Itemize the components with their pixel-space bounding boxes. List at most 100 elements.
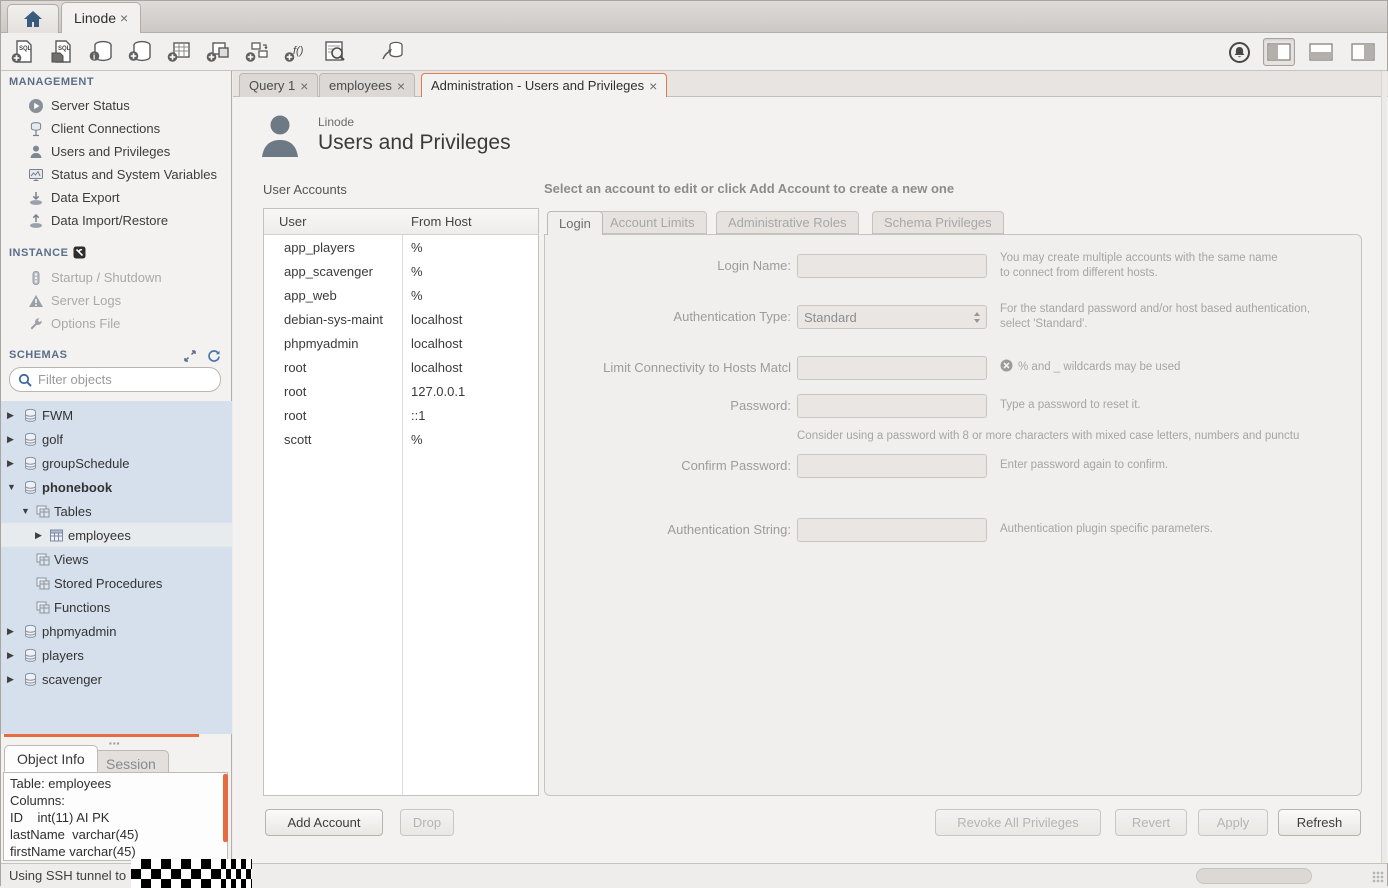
status-text: Using SSH tunnel to (9, 868, 126, 883)
procedures-folder-icon (35, 576, 50, 591)
notifications-icon[interactable] (1226, 39, 1253, 66)
tables-folder-icon (35, 504, 50, 519)
tab-schema-privileges[interactable]: Schema Privileges (872, 211, 1004, 234)
tree-item-schema[interactable]: ▶ scavenger (1, 667, 232, 691)
sidebar-item-data-export[interactable]: Data Export (1, 186, 232, 209)
apply-button[interactable]: Apply (1198, 809, 1268, 836)
tree-item-schema[interactable]: ▶ groupSchedule (1, 451, 232, 475)
splitter-accent[interactable] (4, 734, 199, 737)
window-tab-bar: Linode × (1, 1, 1387, 33)
create-table-icon[interactable] (165, 38, 192, 65)
limit-hosts-field[interactable] (797, 356, 987, 380)
refresh-schemas-icon[interactable] (207, 349, 221, 363)
tree-item-functions[interactable]: Functions (1, 595, 232, 619)
close-icon[interactable]: × (397, 78, 405, 94)
inspect-database-icon[interactable]: i (87, 38, 114, 65)
toggle-right-panel-button[interactable] (1347, 38, 1379, 66)
tree-item-tables[interactable]: ▼ Tables (1, 499, 232, 523)
table-row[interactable]: scott% (264, 427, 538, 451)
new-sql-tab-icon[interactable]: SQL (9, 38, 36, 65)
drop-button[interactable]: Drop (400, 809, 454, 836)
table-row[interactable]: app_scavenger% (264, 259, 538, 283)
tab-query-1[interactable]: Query 1 × (239, 73, 318, 97)
tree-item-schema[interactable]: ▶ FWM (1, 403, 232, 427)
tree-item-stored-procedures[interactable]: Stored Procedures (1, 571, 232, 595)
admin-users-content: Linode Users and Privileges User Account… (233, 97, 1388, 863)
open-sql-script-icon[interactable]: SQL (48, 38, 75, 65)
password-note: Consider using a password with 8 or more… (797, 430, 1357, 442)
connection-name: Linode (318, 115, 354, 129)
sidebar-item-users-and-privileges[interactable]: Users and Privileges (1, 140, 232, 163)
home-tab[interactable] (7, 4, 59, 33)
search-table-data-icon[interactable] (321, 38, 348, 65)
revoke-all-privileges-button[interactable]: Revoke All Privileges (935, 809, 1101, 836)
main-toolbar: SQL SQL i f() (1, 33, 1387, 71)
tab-employees[interactable]: employees × (319, 73, 415, 97)
auth-string-field[interactable] (797, 518, 987, 542)
column-from-host[interactable]: From Host (402, 214, 472, 229)
create-function-icon[interactable]: f() (282, 38, 309, 65)
splitter-handle[interactable]: ▪▪▪ (109, 739, 121, 748)
sidebar-item-server-status[interactable]: Server Status (1, 94, 232, 117)
reconnect-dbms-icon[interactable] (378, 38, 405, 65)
close-icon[interactable]: × (120, 10, 128, 26)
tab-account-limits[interactable]: Account Limits (598, 211, 707, 234)
table-row[interactable]: rootlocalhost (264, 355, 538, 379)
sidebar-item-options-file[interactable]: Options File (1, 312, 232, 335)
toggle-bottom-panel-button[interactable] (1305, 38, 1337, 66)
sidebar-item-status-system-variables[interactable]: Status and System Variables (1, 163, 232, 186)
tab-administrative-roles[interactable]: Administrative Roles (716, 211, 859, 234)
vertical-scrollbar-track[interactable] (1381, 71, 1387, 863)
sidebar-item-client-connections[interactable]: Client Connections (1, 117, 232, 140)
horizontal-scrollbar-thumb[interactable] (1196, 868, 1312, 884)
sidebar-item-startup-shutdown[interactable]: Startup / Shutdown (1, 266, 232, 289)
login-name-field[interactable] (797, 254, 987, 278)
schema-icon (23, 408, 38, 423)
client-connections-icon (28, 121, 44, 137)
revert-button[interactable]: Revert (1115, 809, 1187, 836)
table-row[interactable]: root127.0.0.1 (264, 379, 538, 403)
column-user[interactable]: User (264, 214, 402, 229)
expand-schemas-icon[interactable] (183, 349, 197, 363)
tree-item-schema[interactable]: ▶ golf (1, 427, 232, 451)
close-icon[interactable]: × (300, 78, 308, 94)
sidebar-item-data-import[interactable]: Data Import/Restore (1, 209, 232, 232)
create-view-icon[interactable] (204, 38, 231, 65)
object-info-scrollbar[interactable] (223, 774, 228, 842)
table-row[interactable]: app_web% (264, 283, 538, 307)
window-tab-linode[interactable]: Linode × (61, 2, 141, 33)
create-schema-icon[interactable] (126, 38, 153, 65)
password-field[interactable] (797, 394, 987, 418)
schema-filter-input[interactable] (38, 372, 198, 387)
auth-type-select[interactable]: Standard (797, 305, 987, 329)
confirm-password-help: Enter password again to confirm. (1000, 458, 1356, 473)
options-file-icon (28, 316, 44, 332)
tab-object-info[interactable]: Object Info (4, 745, 98, 772)
table-row[interactable]: debian-sys-maintlocalhost (264, 307, 538, 331)
tree-item-schema-phonebook[interactable]: ▼ phonebook (1, 475, 232, 499)
sidebar-item-server-logs[interactable]: Server Logs (1, 289, 232, 312)
toggle-left-panel-button[interactable] (1263, 38, 1295, 66)
schema-tree: ▶ FWM ▶ golf ▶ groupSchedule ▼ phonebook… (1, 401, 232, 734)
tree-item-schema[interactable]: ▶ players (1, 643, 232, 667)
confirm-password-field[interactable] (797, 454, 987, 478)
tree-item-table-employees[interactable]: ▶ employees (1, 523, 232, 547)
close-icon[interactable]: × (649, 78, 657, 94)
editor-tab-bar: Query 1 × employees × Administration - U… (233, 71, 1388, 97)
server-logs-icon (28, 293, 44, 309)
tree-item-schema[interactable]: ▶ phpmyadmin (1, 619, 232, 643)
tab-administration-users-privileges[interactable]: Administration - Users and Privileges × (421, 73, 667, 97)
tab-login[interactable]: Login (547, 211, 603, 235)
tree-item-views[interactable]: Views (1, 547, 232, 571)
svg-text:i: i (93, 53, 95, 62)
schema-icon (23, 480, 38, 495)
table-row[interactable]: root::1 (264, 403, 538, 427)
table-row[interactable]: phpmyadminlocalhost (264, 331, 538, 355)
schemas-section-title: SCHEMAS (9, 349, 68, 361)
create-procedure-icon[interactable] (243, 38, 270, 65)
refresh-button[interactable]: Refresh (1278, 809, 1361, 836)
add-account-button[interactable]: Add Account (265, 809, 383, 836)
startup-shutdown-icon (28, 270, 44, 286)
resize-grip[interactable] (1372, 871, 1384, 883)
table-row[interactable]: app_players% (264, 235, 538, 259)
